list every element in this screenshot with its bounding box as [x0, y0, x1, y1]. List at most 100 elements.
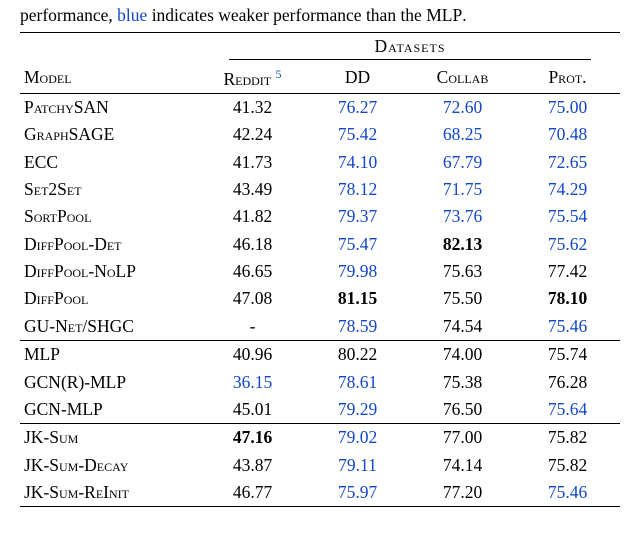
- header-empty: [20, 33, 200, 64]
- model-cell: JK-Sum-Decay: [20, 451, 200, 478]
- table-row: JK-Sum47.1679.0277.0075.82: [20, 424, 620, 452]
- value-cell: 79.37: [305, 203, 410, 230]
- value-cell: 76.27: [305, 93, 410, 121]
- table-row: JK-Sum-ReInit46.7775.9777.2075.46: [20, 479, 620, 507]
- value-cell: 74.29: [515, 176, 620, 203]
- caption-blue: blue: [117, 5, 147, 25]
- value-cell: 74.00: [410, 340, 515, 368]
- value-cell: 72.60: [410, 93, 515, 121]
- value-cell: 81.15: [305, 285, 410, 312]
- caption-end: .: [462, 5, 466, 25]
- model-cell: ECC: [20, 148, 200, 175]
- table-row: SortPool41.8279.3773.7675.54: [20, 203, 620, 230]
- value-cell: 72.65: [515, 148, 620, 175]
- value-cell: 74.54: [410, 313, 515, 341]
- table-row: MLP40.9680.2274.0075.74: [20, 340, 620, 368]
- model-cell: GU-Net/SHGC: [20, 313, 200, 341]
- value-cell: 76.50: [410, 396, 515, 424]
- column-header-0: Reddit 5: [200, 63, 305, 93]
- value-cell: 43.87: [200, 451, 305, 478]
- value-cell: 41.73: [200, 148, 305, 175]
- caption-mid: indicates weaker performance than the: [147, 5, 426, 25]
- table-row: Set2Set43.4978.1271.7574.29: [20, 176, 620, 203]
- value-cell: 76.28: [515, 368, 620, 395]
- model-cell: DiffPool-Det: [20, 230, 200, 257]
- value-cell: 47.16: [200, 424, 305, 452]
- table-row: ECC41.7374.1067.7972.65: [20, 148, 620, 175]
- table-row: JK-Sum-Decay43.8779.1174.1475.82: [20, 451, 620, 478]
- value-cell: 75.82: [515, 424, 620, 452]
- value-cell: 75.63: [410, 258, 515, 285]
- caption-mlp: MLP: [426, 5, 462, 25]
- value-cell: 75.97: [305, 479, 410, 507]
- value-cell: 77.42: [515, 258, 620, 285]
- value-cell: 75.42: [305, 121, 410, 148]
- value-cell: 75.38: [410, 368, 515, 395]
- value-cell: 75.62: [515, 230, 620, 257]
- value-cell: 78.12: [305, 176, 410, 203]
- value-cell: 78.10: [515, 285, 620, 312]
- value-cell: 46.65: [200, 258, 305, 285]
- table-caption: performance, blue indicates weaker perfo…: [20, 4, 620, 28]
- column-header-3: Prot.: [515, 63, 620, 93]
- datasets-header: Datasets: [200, 33, 620, 64]
- value-cell: 67.79: [410, 148, 515, 175]
- value-cell: 75.50: [410, 285, 515, 312]
- value-cell: 79.98: [305, 258, 410, 285]
- value-cell: 74.10: [305, 148, 410, 175]
- value-cell: 80.22: [305, 340, 410, 368]
- table-row: GCN(R)-MLP36.1578.6175.3876.28: [20, 368, 620, 395]
- table-row: GU-Net/SHGC-78.5974.5475.46: [20, 313, 620, 341]
- value-cell: 77.00: [410, 424, 515, 452]
- value-cell: 75.74: [515, 340, 620, 368]
- model-cell: GraphSAGE: [20, 121, 200, 148]
- value-cell: 79.29: [305, 396, 410, 424]
- value-cell: 82.13: [410, 230, 515, 257]
- value-cell: 77.20: [410, 479, 515, 507]
- value-cell: 46.18: [200, 230, 305, 257]
- table-row: GCN-MLP45.0179.2976.5075.64: [20, 396, 620, 424]
- model-cell: DiffPool-NoLP: [20, 258, 200, 285]
- table-row: DiffPool-NoLP46.6579.9875.6377.42: [20, 258, 620, 285]
- footnote-ref[interactable]: 5: [276, 67, 282, 81]
- model-cell: GCN(R)-MLP: [20, 368, 200, 395]
- model-header: Model: [20, 63, 200, 93]
- model-cell: MLP: [20, 340, 200, 368]
- table-row: PatchySAN41.3276.2772.6075.00: [20, 93, 620, 121]
- value-cell: 70.48: [515, 121, 620, 148]
- value-cell: 71.75: [410, 176, 515, 203]
- column-header-2: Collab: [410, 63, 515, 93]
- value-cell: 78.61: [305, 368, 410, 395]
- value-cell: 46.77: [200, 479, 305, 507]
- caption-prefix: performance,: [20, 5, 117, 25]
- value-cell: 68.25: [410, 121, 515, 148]
- value-cell: 74.14: [410, 451, 515, 478]
- value-cell: 73.76: [410, 203, 515, 230]
- value-cell: 41.82: [200, 203, 305, 230]
- value-cell: 75.64: [515, 396, 620, 424]
- value-cell: 43.49: [200, 176, 305, 203]
- table-row: GraphSAGE42.2475.4268.2570.48: [20, 121, 620, 148]
- model-cell: GCN-MLP: [20, 396, 200, 424]
- table-row: DiffPool47.0881.1575.5078.10: [20, 285, 620, 312]
- value-cell: 78.59: [305, 313, 410, 341]
- value-cell: 45.01: [200, 396, 305, 424]
- value-cell: 75.00: [515, 93, 620, 121]
- value-cell: 47.08: [200, 285, 305, 312]
- value-cell: 75.82: [515, 451, 620, 478]
- model-cell: JK-Sum-ReInit: [20, 479, 200, 507]
- value-cell: 75.47: [305, 230, 410, 257]
- value-cell: 75.46: [515, 313, 620, 341]
- value-cell: 40.96: [200, 340, 305, 368]
- model-cell: DiffPool: [20, 285, 200, 312]
- value-cell: 75.54: [515, 203, 620, 230]
- value-cell: 36.15: [200, 368, 305, 395]
- model-cell: PatchySAN: [20, 93, 200, 121]
- model-cell: JK-Sum: [20, 424, 200, 452]
- column-header-1: DD: [305, 63, 410, 93]
- model-cell: Set2Set: [20, 176, 200, 203]
- value-cell: 42.24: [200, 121, 305, 148]
- value-cell: 41.32: [200, 93, 305, 121]
- value-cell: 79.11: [305, 451, 410, 478]
- results-table: DatasetsModelReddit 5DDCollabProt.Patchy…: [20, 32, 620, 507]
